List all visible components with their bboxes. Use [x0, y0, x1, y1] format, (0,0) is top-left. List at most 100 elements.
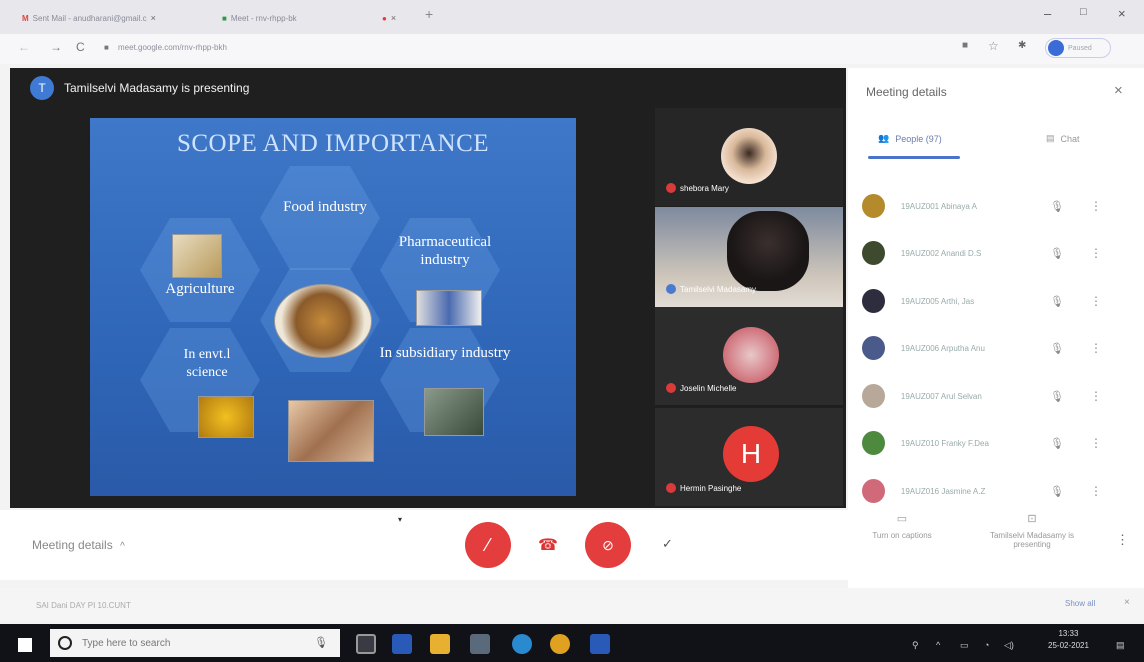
- participant-name: Tamilselvi Madasamy: [680, 284, 757, 294]
- participant-row[interactable]: 19AUZ010 Franky F.Dea 🎙 ⋮: [862, 428, 1102, 458]
- cortana-icon: [58, 636, 72, 650]
- mic-off-icon[interactable]: 🎙: [1050, 485, 1064, 498]
- chrome-icon[interactable]: [550, 634, 570, 654]
- tab-close-icon[interactable]: ×: [151, 13, 156, 23]
- camera-off-button[interactable]: ⊘: [585, 522, 631, 568]
- battery-icon[interactable]: ▭: [960, 640, 969, 651]
- browser-tab-bar: [0, 0, 1144, 34]
- meeting-details-button[interactable]: Meeting details ^: [32, 538, 125, 552]
- chevron-up-icon[interactable]: ^: [936, 640, 940, 650]
- chat-icon: ▤: [1046, 133, 1055, 143]
- participant-row[interactable]: 19AUZ007 Arul Selvan 🎙 ⋮: [862, 381, 1102, 411]
- more-options-icon[interactable]: ⋮: [1090, 484, 1102, 498]
- show-all-button[interactable]: Show all: [1065, 599, 1095, 608]
- tab-meet[interactable]: ■ Meet - rnv-rhpp-bk: [222, 8, 297, 28]
- more-options-icon[interactable]: ⋮: [1090, 246, 1102, 260]
- mic-off-button[interactable]: ⁄: [465, 522, 511, 568]
- download-bar-close-button[interactable]: ×: [1124, 597, 1130, 608]
- forward-button[interactable]: →: [50, 40, 62, 54]
- back-button[interactable]: ←: [18, 40, 30, 54]
- flowers-image: [198, 396, 254, 438]
- maximize-button[interactable]: □: [1080, 6, 1087, 18]
- mic-off-icon: ⁄: [486, 534, 490, 555]
- raise-hand-icon[interactable]: ✓: [662, 536, 673, 552]
- notifications-icon[interactable]: ▤: [1116, 640, 1125, 651]
- participant-row[interactable]: 19AUZ002 Anandi D.S 🎙 ⋮: [862, 238, 1102, 268]
- close-window-button[interactable]: ×: [1118, 6, 1126, 21]
- mic-off-icon[interactable]: 🎙: [1050, 342, 1064, 355]
- shared-slide: SCOPE AND IMPORTANCE Food industry Pharm…: [90, 118, 576, 496]
- tab-gmail[interactable]: M Sent Mail - anudharani@gmail.c ×: [22, 8, 156, 28]
- download-item[interactable]: SAI Dani DAY PI 10.CUNT: [36, 601, 131, 610]
- participant-row[interactable]: 19AUZ016 Jasmine A.Z 🎙 ⋮: [862, 476, 1102, 506]
- camera-off-icon: ⊘: [602, 536, 614, 553]
- volume-icon[interactable]: ◁): [1004, 640, 1014, 651]
- clock-time: 13:33: [1058, 629, 1079, 638]
- participant-row[interactable]: 19AUZ005 Arthi, Jas 🎙 ⋮: [862, 286, 1102, 316]
- extension-icon[interactable]: ✱: [1018, 40, 1026, 51]
- tile-name-1: shebora Mary: [666, 183, 729, 193]
- meeting-details-label: Meeting details: [32, 538, 113, 552]
- camera-icon[interactable]: ■: [962, 40, 968, 51]
- avatar: [862, 194, 885, 218]
- mic-off-icon: [666, 383, 676, 393]
- tile-name-3: Joselin Michelle: [666, 383, 736, 393]
- presenting-button[interactable]: ⊡ Tamilselvi Madasamy is presenting: [972, 512, 1092, 549]
- reload-button[interactable]: C: [76, 40, 85, 54]
- participant-row[interactable]: 19AUZ001 Abinaya A 🎙 ⋮: [862, 191, 1102, 221]
- windows-start-icon[interactable]: [18, 638, 32, 652]
- people-tray-icon[interactable]: ⚲: [912, 640, 919, 651]
- more-options-icon[interactable]: ⋮: [1090, 199, 1102, 213]
- more-options-icon[interactable]: ⋮: [1090, 436, 1102, 450]
- tab-recording[interactable]: ● ×: [382, 8, 396, 28]
- word-icon[interactable]: [590, 634, 610, 654]
- tab-chat-label: Chat: [1060, 133, 1080, 144]
- captions-button[interactable]: ▭ Turn on captions: [856, 512, 948, 540]
- more-options-icon[interactable]: ⋮: [1090, 294, 1102, 308]
- file-explorer-icon[interactable]: [430, 634, 450, 654]
- dropbox-icon[interactable]: [392, 634, 412, 654]
- system-clock[interactable]: 13:33 25-02-2021: [1048, 628, 1089, 652]
- more-options-icon[interactable]: ⋮: [1090, 389, 1102, 403]
- more-options-icon[interactable]: ⋮: [1090, 341, 1102, 355]
- agriculture-image: [172, 234, 222, 278]
- tab-chat[interactable]: ▤ Chat: [1046, 133, 1080, 144]
- captions-icon: ▭: [896, 513, 908, 525]
- participant-name: Hermin Pasinghe: [680, 483, 742, 493]
- url-input[interactable]: meet.google.com/rnv-rhpp-bkh: [118, 43, 227, 52]
- avatar: [723, 327, 779, 383]
- store-icon[interactable]: [470, 634, 490, 654]
- participant-name: shebora Mary: [680, 183, 729, 193]
- more-options-icon[interactable]: ⋮: [1116, 532, 1129, 548]
- participant-name: 19AUZ016 Jasmine A.Z: [900, 486, 986, 496]
- download-bar: [0, 588, 1144, 622]
- slide-label-food: Food industry: [283, 199, 367, 215]
- participant-name: 19AUZ005 Arthi, Jas: [900, 296, 975, 306]
- mic-off-icon[interactable]: 🎙: [1050, 295, 1064, 308]
- avatar: [862, 384, 885, 408]
- mic-off-icon[interactable]: 🎙: [1050, 390, 1064, 403]
- taskbar-search[interactable]: Type here to search: [50, 629, 340, 657]
- mic-off-icon: [666, 483, 676, 493]
- mic-off-icon[interactable]: 🎙: [1050, 437, 1064, 450]
- mic-off-icon[interactable]: 🎙: [1050, 200, 1064, 213]
- task-view-icon[interactable]: [356, 634, 376, 654]
- bee-image: [274, 284, 372, 358]
- people-icon: 👥: [878, 133, 890, 143]
- panel-close-button[interactable]: ×: [1114, 82, 1123, 99]
- presenting-label: Tamilselvi Madasamy is presenting: [989, 531, 1075, 549]
- mic-off-icon[interactable]: 🎙: [1050, 247, 1064, 260]
- participant-name: 19AUZ007 Arul Selvan: [900, 391, 982, 401]
- hang-up-button[interactable]: ☎: [538, 535, 558, 555]
- microphone-icon[interactable]: 🎙: [314, 636, 328, 649]
- new-tab-button[interactable]: +: [425, 6, 433, 22]
- lock-icon: ■: [104, 43, 109, 52]
- wifi-icon[interactable]: ◔: [984, 640, 989, 650]
- minimize-button[interactable]: –: [1044, 6, 1051, 21]
- participant-row[interactable]: 19AUZ006 Arputha Anu 🎙 ⋮: [862, 333, 1102, 363]
- profile-button[interactable]: Paused: [1045, 38, 1111, 58]
- tab-close-icon[interactable]: ×: [391, 13, 396, 23]
- star-icon[interactable]: ☆: [988, 39, 999, 53]
- tab-people[interactable]: 👥 People (97): [878, 133, 942, 144]
- edge-icon[interactable]: [512, 634, 532, 654]
